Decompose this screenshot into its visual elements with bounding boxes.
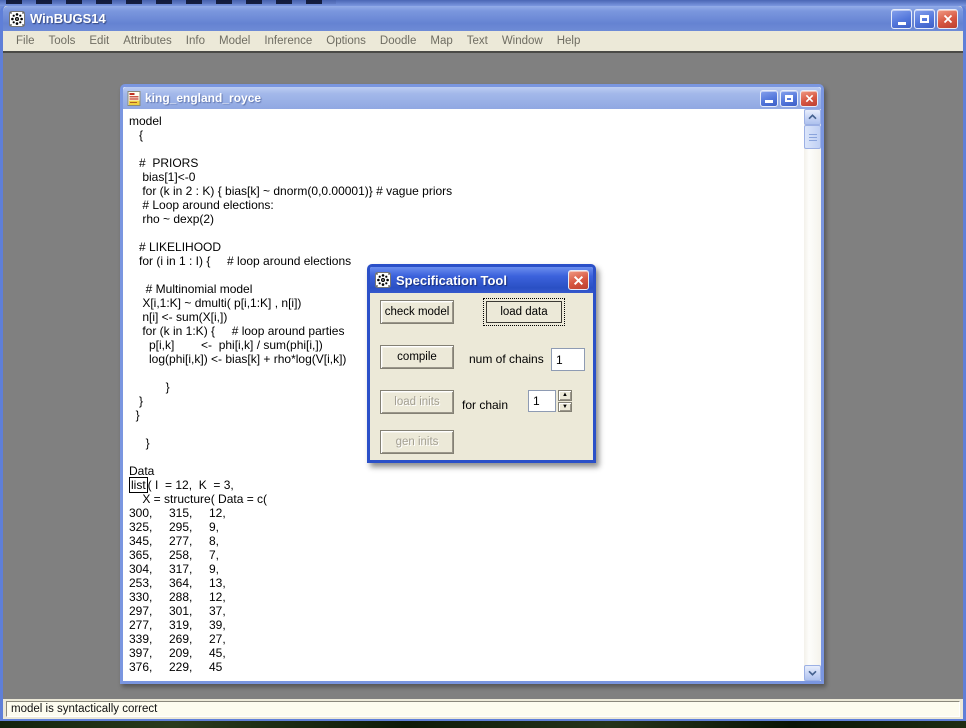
menu-item-model[interactable]: Model xyxy=(212,33,257,49)
winbugs-logo-icon xyxy=(9,11,25,27)
gen-inits-button[interactable]: gen inits xyxy=(380,430,454,454)
code-line: model xyxy=(129,114,804,128)
menu-item-file[interactable]: File xyxy=(9,33,42,49)
code-line xyxy=(129,142,804,156)
desktop-background-strip xyxy=(0,721,966,728)
menu-item-edit[interactable]: Edit xyxy=(82,33,116,49)
status-bar: model is syntactically correct xyxy=(3,699,963,719)
for-chain-input[interactable]: 1 xyxy=(528,390,556,412)
doc-maximize-button[interactable] xyxy=(780,90,798,107)
chevron-up-icon xyxy=(808,114,817,120)
data-line: 297, 301, 37, xyxy=(129,604,804,618)
scroll-down-button[interactable] xyxy=(804,665,821,681)
minimize-button[interactable] xyxy=(891,9,912,29)
menu-item-window[interactable]: Window xyxy=(495,33,550,49)
code-line: for (k in 2 : K) { bias[k] ~ dnorm(0,0.0… xyxy=(129,184,804,198)
code-line xyxy=(129,226,804,240)
doc-minimize-button[interactable] xyxy=(760,90,778,107)
data-line: 304, 317, 9, xyxy=(129,562,804,576)
menu-item-attributes[interactable]: Attributes xyxy=(116,33,179,49)
data-line: X = structure( Data = c( xyxy=(129,492,804,506)
check-model-button[interactable]: check model xyxy=(380,300,454,324)
data-line: 345, 277, 8, xyxy=(129,534,804,548)
dialog-titlebar[interactable]: Specification Tool xyxy=(370,267,593,293)
data-line: 376, 229, 45 xyxy=(129,660,804,674)
winbugs-main-window: WinBUGS14 FileToolsEditAttributesInfoMod… xyxy=(0,6,966,722)
menu-item-tools[interactable]: Tools xyxy=(42,33,83,49)
menu-item-info[interactable]: Info xyxy=(179,33,212,49)
maximize-button[interactable] xyxy=(914,9,935,29)
data-line: 339, 269, 27, xyxy=(129,632,804,646)
compile-button[interactable]: compile xyxy=(380,345,454,369)
main-window-title: WinBUGS14 xyxy=(30,11,889,26)
menu-bar: FileToolsEditAttributesInfoModelInferenc… xyxy=(3,31,963,53)
code-line: # PRIORS xyxy=(129,156,804,170)
thumb-grip xyxy=(809,134,817,141)
spinner-up-button[interactable]: ▲ xyxy=(558,390,572,401)
data-line: 330, 288, 12, xyxy=(129,590,804,604)
code-line: { xyxy=(129,128,804,142)
minimize-icon xyxy=(898,22,906,25)
dialog-title: Specification Tool xyxy=(396,273,566,288)
data-line: 397, 209, 45, xyxy=(129,646,804,660)
close-button[interactable] xyxy=(937,9,958,29)
code-line: # Loop around elections: xyxy=(129,198,804,212)
triangle-up-icon: ▲ xyxy=(562,392,568,398)
menu-item-doodle[interactable]: Doodle xyxy=(373,33,423,49)
scrollbar-track[interactable] xyxy=(804,149,821,665)
specification-tool-dialog: Specification Tool check model load data… xyxy=(367,264,596,463)
code-line: rho ~ dexp(2) xyxy=(129,212,804,226)
menu-item-map[interactable]: Map xyxy=(423,33,459,49)
close-icon xyxy=(573,275,584,286)
num-of-chains-input[interactable]: 1 xyxy=(551,348,585,371)
menu-item-options[interactable]: Options xyxy=(319,33,373,49)
triangle-down-icon: ▼ xyxy=(562,404,568,410)
scroll-up-button[interactable] xyxy=(804,109,821,125)
data-line: 365, 258, 7, xyxy=(129,548,804,562)
background-window-title-fragment xyxy=(6,0,336,4)
code-line: bias[1]<-0 xyxy=(129,170,804,184)
for-chain-label: for chain xyxy=(462,398,508,412)
data-line: 277, 319, 39, xyxy=(129,618,804,632)
data-list-line: list( I = 12, K = 3, xyxy=(129,478,804,492)
for-chain-spinner: ▲ ▼ xyxy=(558,390,572,412)
code-line: # LIKELIHOOD xyxy=(129,240,804,254)
load-data-button[interactable]: load data xyxy=(486,301,562,323)
vertical-scrollbar[interactable] xyxy=(804,109,821,681)
close-icon xyxy=(943,14,953,24)
code-line: Data xyxy=(129,464,804,478)
doc-close-button[interactable] xyxy=(800,90,818,107)
chevron-down-icon xyxy=(808,670,817,676)
menu-item-text[interactable]: Text xyxy=(460,33,495,49)
num-of-chains-label: num of chains xyxy=(469,352,544,366)
menu-item-help[interactable]: Help xyxy=(550,33,588,49)
load-inits-button[interactable]: load inits xyxy=(380,390,454,414)
mdi-workspace: king_england_royce model { # PRIORS bias… xyxy=(3,53,963,699)
scrollbar-thumb[interactable] xyxy=(804,125,821,149)
menu-item-inference[interactable]: Inference xyxy=(257,33,319,49)
document-icon xyxy=(127,91,141,106)
document-titlebar[interactable]: king_england_royce xyxy=(123,87,821,109)
maximize-icon xyxy=(920,15,929,23)
data-line: 325, 295, 9, xyxy=(129,520,804,534)
dialog-close-button[interactable] xyxy=(568,270,589,290)
winbugs-logo-icon xyxy=(375,272,391,288)
screen: WinBUGS14 FileToolsEditAttributesInfoMod… xyxy=(0,0,966,728)
main-titlebar[interactable]: WinBUGS14 xyxy=(3,6,963,31)
dialog-body: check model load data compile num of cha… xyxy=(370,293,593,460)
spinner-down-button[interactable]: ▼ xyxy=(558,402,572,413)
close-icon xyxy=(805,94,814,103)
document-title: king_england_royce xyxy=(145,91,758,105)
status-message: model is syntactically correct xyxy=(6,701,960,717)
list-line-rest: ( I = 12, K = 3, xyxy=(148,478,234,492)
data-line: 253, 364, 13, xyxy=(129,576,804,590)
maximize-icon xyxy=(785,95,793,102)
data-line: 300, 315, 12, xyxy=(129,506,804,520)
data-values-block: X = structure( Data = c(300, 315, 12,325… xyxy=(129,492,804,674)
minimize-icon xyxy=(765,100,773,103)
cursor-selection: list xyxy=(129,477,148,493)
